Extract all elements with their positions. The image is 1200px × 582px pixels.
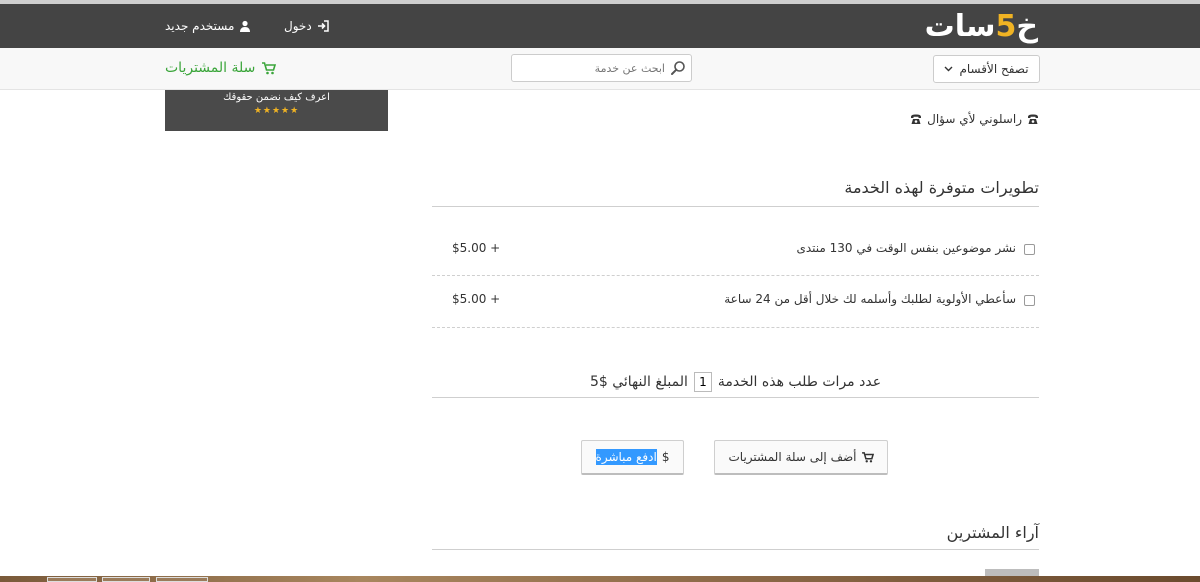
upgrade-label: نشر موضوعين بنفس الوقت في 130 منتدى [796,241,1016,255]
register-link[interactable]: مستخدم جديد [165,19,251,33]
upgrade-item[interactable]: نشر موضوعين بنفس الوقت في 130 منتدى $5.0… [432,240,1039,260]
browse-label: تصفح الأقسام [959,62,1029,76]
row-divider [432,327,1039,328]
top-navbar: خ5سات دخول مستخدم جديد [0,0,1200,48]
contact-seller-link[interactable]: راسلوني لأي سؤال [910,112,1039,126]
section-divider [432,206,1039,207]
cart-label: سلة المشتريات [165,60,256,76]
logo-rest: سات [924,9,996,44]
cart-link[interactable]: سلة المشتريات [165,60,277,76]
thumbnail[interactable] [102,577,150,582]
upgrade-checkbox[interactable] [1024,244,1035,255]
upgrade-price: $5.00 + [452,292,501,306]
upgrade-label: سأعطي الأولوية لطلبك وأسلمه لك خلال أقل … [724,292,1016,306]
register-label: مستخدم جديد [165,19,235,33]
search-input[interactable] [515,55,665,81]
order-summary: عدد مرات طلب هذه الخدمة المبلغ النهائي $… [432,371,1039,393]
add-to-cart-button[interactable]: أضف إلى سلة المشتريات [714,440,888,475]
upgrades-title: تطويرات متوفرة لهذه الخدمة [844,178,1039,197]
section-divider [432,549,1039,550]
upgrade-price: $5.00 + [452,241,501,255]
sign-in-icon [317,20,329,32]
add-to-cart-label: أضف إلى سلة المشتريات [728,450,857,464]
section-divider [432,397,1039,398]
site-logo[interactable]: خ5سات [925,9,1038,45]
pay-now-label: ادفع مباشرة [595,449,657,465]
guarantee-banner[interactable]: اعرف كيف نضمن حقوقك ★★★★★ [165,90,388,131]
order-count-label: عدد مرات طلب هذه الخدمة [717,374,882,390]
guarantee-text: اعرف كيف نضمن حقوقك [223,92,330,103]
dollar-icon: $ [661,450,670,464]
quantity-input[interactable] [693,372,712,392]
upgrade-checkbox[interactable] [1024,295,1035,306]
contact-label: راسلوني لأي سؤال [927,112,1022,126]
cart-icon [262,61,277,74]
order-total: المبلغ النهائي $5 [589,374,688,390]
user-icon [240,20,251,32]
login-label: دخول [284,19,312,33]
search-box[interactable] [511,54,692,82]
upgrade-item[interactable]: سأعطي الأولوية لطلبك وأسلمه لك خلال أقل … [432,291,1039,311]
logo-letter: خ [1016,9,1038,44]
thumbnail[interactable] [47,577,97,582]
reviews-title: آراء المشترين [946,523,1039,542]
search-icon[interactable] [670,60,686,76]
rating-stars: ★★★★★ [253,106,300,116]
secondary-navbar: تصفح الأقسام سلة المشتريات [0,48,1200,90]
row-divider [432,275,1039,276]
logo-five: 5 [995,9,1017,44]
chevron-down-icon [944,66,953,72]
browse-categories-button[interactable]: تصفح الأقسام [933,55,1040,83]
phone-icon [1028,114,1038,124]
cart-icon [861,451,874,462]
login-link[interactable]: دخول [284,19,329,33]
phone-icon [911,114,922,124]
pay-now-button[interactable]: $ ادفع مباشرة [581,440,684,475]
thumbnail[interactable] [156,577,208,582]
